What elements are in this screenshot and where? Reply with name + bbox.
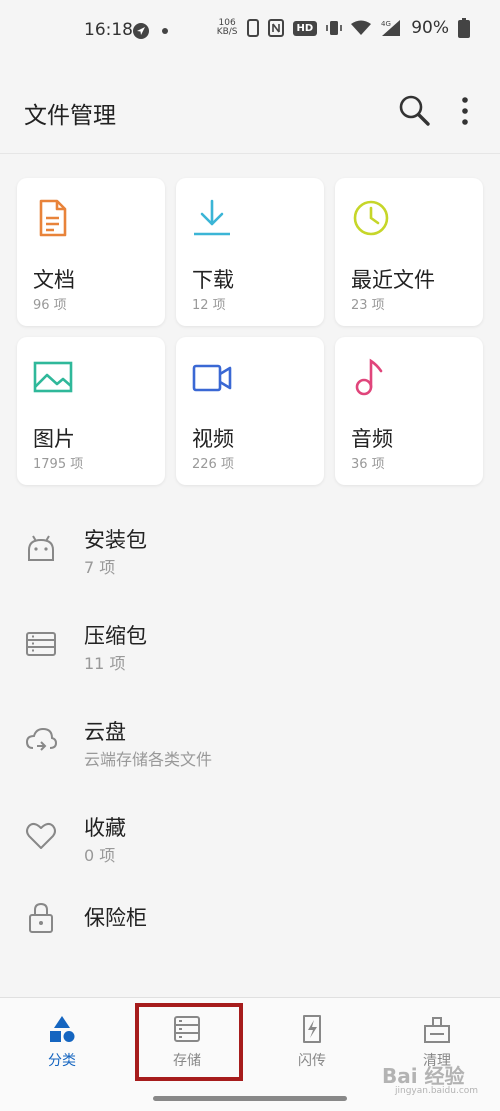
category-count: 96 项 bbox=[33, 298, 67, 313]
clock-icon bbox=[353, 200, 389, 236]
home-indicator[interactable] bbox=[153, 1096, 347, 1101]
list-item-safe[interactable]: 保险柜 bbox=[0, 876, 500, 972]
category-count: 1795 项 bbox=[33, 457, 84, 472]
watermark-subtitle: jingyan.baidu.com bbox=[395, 1086, 479, 1096]
list-item-subtitle: 0 项 bbox=[84, 846, 116, 865]
list-item-subtitle: 云端存储各类文件 bbox=[84, 750, 213, 769]
category-card-documents[interactable]: 文档 96 项 bbox=[17, 178, 165, 326]
nav-tab-flash-transfer[interactable]: 闪传 bbox=[257, 1014, 367, 1084]
net-speed: 106 KB/S bbox=[217, 19, 238, 37]
cellular-icon: 4G bbox=[381, 20, 401, 36]
list-item-cloud[interactable]: 云盘 云端存储各类文件 bbox=[0, 684, 500, 780]
nav-tab-category[interactable]: 分类 bbox=[7, 1014, 117, 1084]
status-bar: 16:18 106 KB/S HD 4G 90% bbox=[0, 0, 500, 64]
image-icon bbox=[33, 361, 73, 393]
hd-badge: HD bbox=[292, 20, 318, 36]
status-time: 16:18 bbox=[84, 20, 133, 40]
list-item-subtitle: 7 项 bbox=[84, 558, 116, 577]
category-label: 最近文件 bbox=[351, 268, 435, 292]
category-label: 音频 bbox=[351, 427, 393, 451]
category-card-images[interactable]: 图片 1795 项 bbox=[17, 337, 165, 485]
category-label: 下载 bbox=[192, 268, 234, 292]
status-notification-icons bbox=[132, 22, 168, 40]
nav-label: 闪传 bbox=[298, 1053, 326, 1069]
list-item-title: 云盘 bbox=[84, 720, 126, 744]
dot-icon bbox=[162, 28, 168, 34]
clean-icon bbox=[424, 1017, 450, 1043]
nfc-icon bbox=[267, 19, 284, 37]
nav-label: 分类 bbox=[48, 1053, 76, 1069]
more-options-icon[interactable] bbox=[452, 94, 478, 128]
list-item-apk[interactable]: 安装包 7 项 bbox=[0, 492, 500, 588]
category-list: 安装包 7 项 压缩包 11 项 云盘 云端存储各类文件 收藏 0 项 保险柜 bbox=[0, 492, 500, 972]
category-count: 12 项 bbox=[192, 298, 226, 313]
android-icon bbox=[28, 535, 54, 561]
list-item-title: 压缩包 bbox=[84, 624, 147, 648]
list-item-subtitle: 11 项 bbox=[84, 654, 126, 673]
category-label: 文档 bbox=[33, 268, 75, 292]
list-item-archives[interactable]: 压缩包 11 项 bbox=[0, 588, 500, 684]
svg-text:4G: 4G bbox=[381, 20, 391, 28]
battery-percent: 90% bbox=[411, 18, 449, 38]
category-icon bbox=[50, 1016, 75, 1042]
list-item-title: 安装包 bbox=[84, 528, 147, 552]
archive-icon bbox=[26, 632, 56, 656]
category-card-recent[interactable]: 最近文件 23 项 bbox=[335, 178, 483, 326]
wifi-icon bbox=[351, 20, 372, 35]
battery-icon bbox=[458, 18, 470, 38]
category-card-downloads[interactable]: 下载 12 项 bbox=[176, 178, 324, 326]
category-count: 226 项 bbox=[192, 457, 234, 472]
page-title: 文件管理 bbox=[24, 103, 116, 129]
cloud-icon bbox=[25, 727, 57, 751]
list-item-title: 收藏 bbox=[84, 816, 126, 840]
heart-icon bbox=[26, 822, 56, 849]
document-icon bbox=[39, 199, 67, 237]
category-grid: 文档 96 项 下载 12 项 最近文件 23 项 图片 1795 项 视频 2… bbox=[17, 178, 483, 485]
list-item-favorites[interactable]: 收藏 0 项 bbox=[0, 780, 500, 876]
category-card-audio[interactable]: 音频 36 项 bbox=[335, 337, 483, 485]
category-card-videos[interactable]: 视频 226 项 bbox=[176, 337, 324, 485]
lock-icon bbox=[29, 902, 53, 933]
category-label: 图片 bbox=[33, 427, 75, 451]
location-icon bbox=[133, 23, 149, 39]
flash-transfer-icon bbox=[303, 1015, 321, 1043]
download-icon bbox=[194, 199, 230, 236]
list-item-title: 保险柜 bbox=[84, 906, 147, 930]
annotation-highlight-box bbox=[135, 1003, 243, 1081]
net-speed-unit: KB/S bbox=[216, 27, 238, 37]
bottom-navigation: 分类 存储 闪传 清理 Bai 经验 jingyan.baidu.com bbox=[0, 997, 500, 1111]
watermark: Bai 经验 bbox=[382, 1064, 465, 1088]
video-icon bbox=[192, 364, 232, 392]
category-count: 36 项 bbox=[351, 457, 385, 472]
phone-icon bbox=[246, 19, 259, 37]
app-bar: 文件管理 bbox=[0, 64, 500, 154]
vibrate-icon bbox=[326, 21, 343, 35]
music-icon bbox=[355, 358, 383, 396]
search-icon[interactable] bbox=[398, 94, 432, 128]
category-label: 视频 bbox=[192, 427, 234, 451]
category-count: 23 项 bbox=[351, 298, 385, 313]
status-system-icons: 106 KB/S HD 4G 90% bbox=[217, 18, 470, 38]
